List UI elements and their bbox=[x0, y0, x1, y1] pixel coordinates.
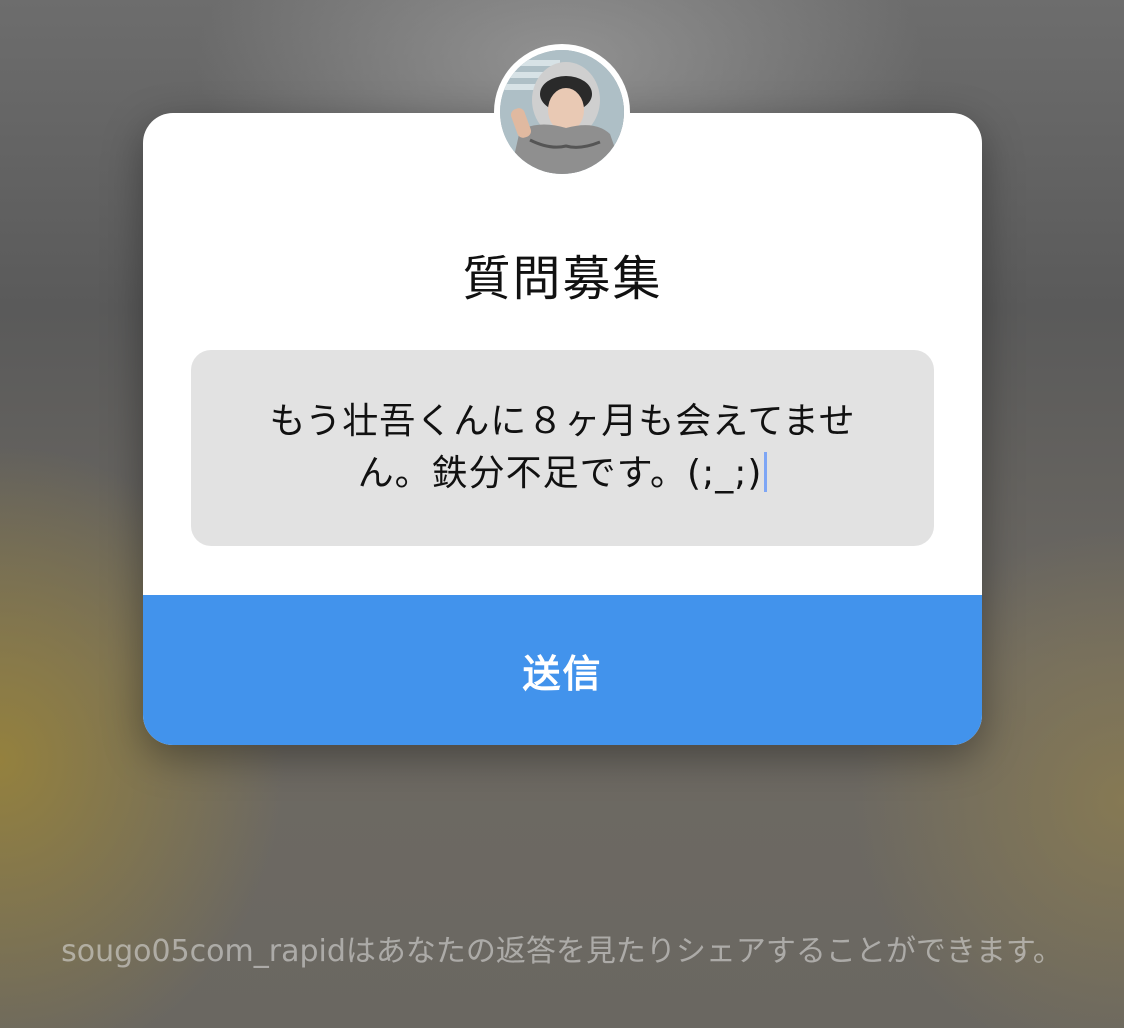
send-button[interactable]: 送信 bbox=[143, 595, 982, 745]
question-title: 質問募集 bbox=[462, 251, 663, 307]
avatar bbox=[494, 44, 630, 180]
answer-text-value: もう壮吾くんに８ヶ月も会えてません。鉄分不足です。(;_;) bbox=[269, 401, 856, 494]
person-photo-icon bbox=[500, 50, 624, 174]
answer-input[interactable]: もう壮吾くんに８ヶ月も会えてません。鉄分不足です。(;_;) bbox=[191, 350, 934, 546]
question-sticker-card: 質問募集 もう壮吾くんに８ヶ月も会えてません。鉄分不足です。(;_;) 送信 bbox=[143, 113, 982, 745]
avatar-photo bbox=[500, 50, 624, 174]
privacy-notice: sougo05com_rapidはあなたの返答を見たりシェアすることができます。 bbox=[61, 934, 1063, 969]
text-cursor bbox=[764, 452, 768, 492]
answer-text[interactable]: もう壮吾くんに８ヶ月も会えてません。鉄分不足です。(;_;) bbox=[261, 396, 864, 500]
